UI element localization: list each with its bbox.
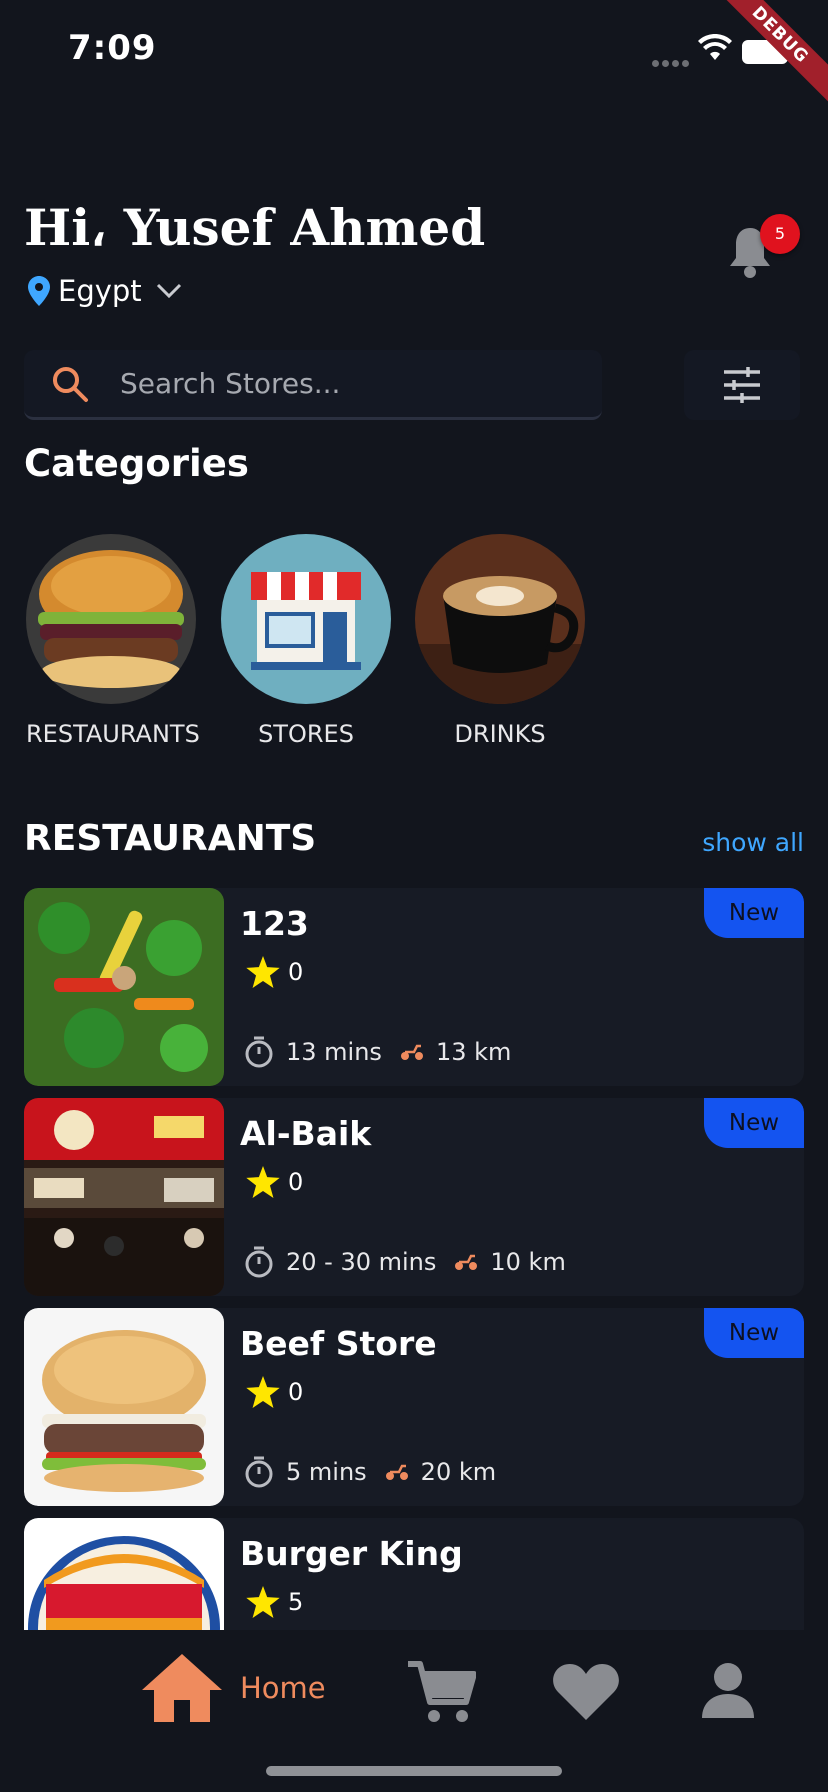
nav-home-label: Home xyxy=(240,1671,326,1705)
star-icon xyxy=(246,956,280,988)
notification-badge: 5 xyxy=(760,214,800,254)
new-badge: New xyxy=(704,1098,804,1148)
restaurant-card[interactable]: Burger King 5 xyxy=(24,1518,804,1630)
show-all-link[interactable]: show all xyxy=(702,828,804,857)
delivery-time: 13 mins xyxy=(286,1038,382,1066)
timer-icon xyxy=(245,1246,273,1278)
restaurant-meta: 13 mins 13 km xyxy=(244,1036,511,1068)
restaurant-name: Burger King xyxy=(240,1534,463,1573)
cart-icon[interactable] xyxy=(406,1660,476,1726)
new-badge: New xyxy=(704,1308,804,1358)
search-bar[interactable] xyxy=(24,350,602,420)
burger-king-logo xyxy=(24,1518,224,1630)
category-label: RESTAURANTS xyxy=(26,720,200,748)
restaurant-thumbnail xyxy=(24,1098,224,1296)
restaurant-thumbnail xyxy=(24,888,224,1086)
timer-icon xyxy=(245,1036,273,1068)
restaurant-name: Beef Store xyxy=(240,1324,437,1363)
storefront-image xyxy=(221,534,391,704)
restaurant-meta: 5 mins 20 km xyxy=(244,1456,496,1488)
star-icon xyxy=(246,1586,280,1618)
restaurants-section-title: RESTAURANTS xyxy=(24,818,317,859)
nav-home[interactable]: Home xyxy=(140,1652,326,1724)
delivery-time: 20 - 30 mins xyxy=(286,1248,437,1276)
rating-value: 0 xyxy=(288,1168,304,1196)
chevron-down-icon xyxy=(156,283,181,299)
category-restaurants[interactable]: RESTAURANTS xyxy=(26,534,200,748)
restaurant-rating: 0 xyxy=(246,1166,303,1198)
restaurant-card[interactable]: Beef Store 0 5 mins 20 km New xyxy=(24,1308,804,1506)
delivery-distance: 10 km xyxy=(490,1248,566,1276)
restaurant-thumbnail xyxy=(24,1308,224,1506)
coffee-image xyxy=(415,534,585,704)
category-stores[interactable]: STORES xyxy=(221,534,391,748)
scooter-icon xyxy=(400,1044,423,1060)
filter-button[interactable] xyxy=(684,350,800,420)
category-drinks[interactable]: DRINKS xyxy=(415,534,585,748)
wifi-icon xyxy=(698,34,732,60)
rating-value: 5 xyxy=(288,1588,304,1616)
restaurant-rating: 0 xyxy=(246,1376,303,1408)
star-icon xyxy=(246,1166,280,1198)
home-icon xyxy=(142,1654,222,1722)
restaurant-name: 123 xyxy=(240,904,309,943)
restaurant-card[interactable]: 123 0 13 mins 13 km New xyxy=(24,888,804,1086)
timer-icon xyxy=(245,1456,273,1488)
cellular-signal-icon xyxy=(652,52,692,71)
sliders-icon xyxy=(724,367,760,403)
scooter-icon xyxy=(455,1254,478,1270)
heart-icon[interactable] xyxy=(552,1662,620,1722)
search-icon xyxy=(53,366,88,402)
restaurant-meta: 20 - 30 mins 10 km xyxy=(244,1246,566,1278)
category-label: DRINKS xyxy=(454,720,546,748)
location-selector[interactable]: Egypt xyxy=(28,274,182,308)
category-label: STORES xyxy=(258,720,354,748)
categories-title: Categories xyxy=(24,442,249,485)
star-icon xyxy=(246,1376,280,1408)
status-time: 7:09 xyxy=(68,28,157,68)
greeting-title: Hi، Yusef Ahmed xyxy=(24,198,486,257)
burger-image xyxy=(26,534,196,704)
scooter-icon xyxy=(385,1464,408,1480)
new-badge: New xyxy=(704,888,804,938)
delivery-distance: 13 km xyxy=(435,1038,512,1066)
delivery-time: 5 mins xyxy=(286,1458,367,1486)
home-indicator xyxy=(266,1766,562,1776)
restaurant-rating: 5 xyxy=(246,1586,303,1618)
rating-value: 0 xyxy=(288,958,304,986)
profile-icon[interactable] xyxy=(700,1662,756,1718)
restaurant-rating: 0 xyxy=(246,956,303,988)
search-input[interactable] xyxy=(118,366,562,401)
restaurant-name: Al-Baik xyxy=(240,1114,372,1153)
location-label: Egypt xyxy=(58,274,142,308)
rating-value: 0 xyxy=(288,1378,304,1406)
restaurant-card[interactable]: Al-Baik 0 20 - 30 mins 10 km New xyxy=(24,1098,804,1296)
location-pin-icon xyxy=(28,276,50,306)
delivery-distance: 20 km xyxy=(420,1458,497,1486)
